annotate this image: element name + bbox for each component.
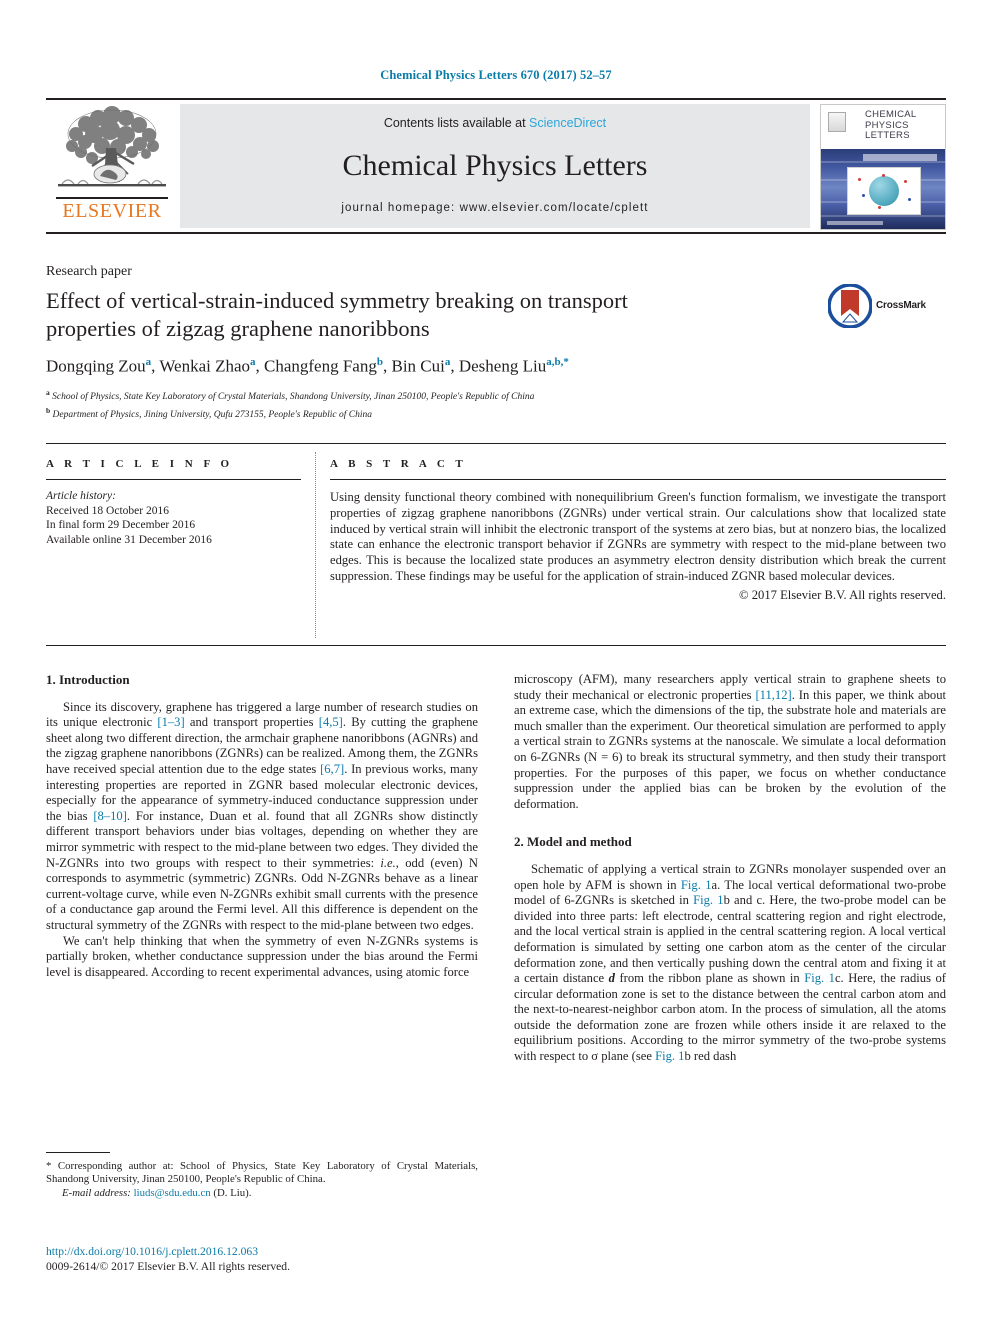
model-p1-part4: from the ribbon plane as shown in (614, 971, 805, 986)
abstract-rule (330, 479, 946, 480)
abstract-column: A B S T R A C T Using density functional… (330, 458, 946, 603)
cover-molecule-icon (869, 176, 899, 206)
intro-p1-part2: and transport properties (184, 715, 319, 730)
infoblock-top-rule (46, 443, 946, 444)
journal-band: Contents lists available at ScienceDirec… (180, 104, 810, 228)
email-link[interactable]: liuds@sdu.edu.cn (134, 1187, 211, 1199)
journal-name: Chemical Physics Letters (342, 149, 648, 182)
issn-copyright-line: 0009-2614/© 2017 Elsevier B.V. All right… (46, 1259, 290, 1273)
crossmark-badge-group[interactable]: CrossMark (828, 284, 948, 334)
figure-link-1a[interactable]: Fig. 1 (681, 878, 712, 892)
intro-paragraph-1: Since its discovery, graphene has trigge… (46, 700, 478, 934)
contents-available-line: Contents lists available at ScienceDirec… (180, 116, 810, 130)
article-history: Article history: Received 18 October 201… (46, 489, 301, 547)
contents-prefix: Contents lists available at (383, 116, 530, 130)
article-available-online: Available online 31 December 2016 (46, 533, 212, 546)
cover-subtitle-bar (863, 154, 937, 161)
section-heading-introduction: 1. Introduction (46, 672, 130, 687)
body-column-left: 1. Introduction Since its discovery, gra… (46, 672, 478, 980)
email-address-label: E-mail address: (62, 1186, 131, 1199)
journal-masthead: ELSEVIER Contents lists available at Sci… (46, 98, 946, 234)
affiliation-a-text: School of Physics, State Key Laboratory … (52, 392, 535, 403)
corresponding-author-footnote: * Corresponding author at: School of Phy… (46, 1160, 478, 1200)
cover-atom-dot (882, 174, 885, 177)
body-column-right: microscopy (AFM), many researchers apply… (514, 672, 946, 1065)
masthead-top-rule (46, 98, 946, 100)
cover-atom-dot (904, 180, 907, 183)
figure-link-1bc[interactable]: Fig. 1 (693, 893, 723, 907)
masthead-bottom-rule (46, 232, 946, 234)
cover-atom-dot (878, 206, 881, 209)
affiliation-a: a School of Physics, State Key Laborator… (46, 388, 535, 403)
cover-atom-dot (862, 194, 865, 197)
doi-block: http://dx.doi.org/10.1016/j.cplett.2016.… (46, 1245, 478, 1274)
affiliation-b-text: Department of Physics, Jining University… (52, 410, 372, 421)
paper-page: Chemical Physics Letters 670 (2017) 52–5… (0, 0, 992, 1323)
abstract-heading: A B S T R A C T (330, 458, 467, 470)
sciencedirect-link[interactable]: ScienceDirect (529, 116, 606, 130)
article-type-label: Research paper (46, 264, 132, 279)
elsevier-wordmark: ELSEVIER (62, 200, 162, 222)
article-info-rule (46, 479, 301, 480)
reference-link-4-5[interactable]: [4,5] (319, 715, 343, 729)
crossmark-label: CrossMark (876, 300, 926, 311)
article-history-label: Article history: (46, 490, 116, 502)
figure-link-1b[interactable]: Fig. 1 (655, 1049, 684, 1063)
article-received: Received 18 October 2016 (46, 504, 169, 517)
journal-homepage[interactable]: journal homepage: www.elsevier.com/locat… (180, 202, 810, 214)
cover-stripe (821, 161, 945, 163)
cover-header: CHEMICAL PHYSICS LETTERS (821, 105, 945, 150)
elsevier-tree-icon (58, 106, 166, 187)
journal-cover-thumbnail[interactable]: CHEMICAL PHYSICS LETTERS (820, 104, 946, 230)
reference-link-8-10[interactable]: [8–10] (93, 809, 127, 823)
figure-link-1c[interactable]: Fig. 1 (804, 971, 835, 985)
cover-title: CHEMICAL PHYSICS LETTERS (865, 109, 943, 142)
email-suffix: (D. Liu). (210, 1186, 252, 1199)
affiliation-b: b Department of Physics, Jining Universi… (46, 406, 372, 421)
cover-artwork (821, 149, 945, 229)
infoblock-divider (315, 452, 316, 638)
infoblock-bottom-rule (46, 645, 946, 646)
section-heading-model-and-method: 2. Model and method (514, 834, 632, 850)
page-title: Effect of vertical-strain-induced symmet… (46, 288, 628, 341)
right-paragraph-1: microscopy (AFM), many researchers apply… (514, 672, 946, 812)
intro-paragraph-2: We can't help thinking that when the sym… (46, 933, 478, 979)
cover-footer-bar (827, 221, 883, 225)
article-final-form: In final form 29 December 2016 (46, 519, 196, 531)
crossmark-icon[interactable] (828, 284, 872, 328)
footnote-text: Corresponding author at: School of Physi… (46, 1160, 478, 1186)
reference-link-6-7[interactable]: [6,7] (320, 762, 344, 776)
reference-link-11-12[interactable]: [11,12] (755, 688, 791, 702)
cover-figure-box (847, 167, 921, 215)
cover-atom-dot (908, 198, 911, 201)
abstract-copyright: © 2017 Elsevier B.V. All rights reserved… (739, 587, 946, 602)
elsevier-logo: ELSEVIER (48, 104, 176, 228)
doi-link[interactable]: http://dx.doi.org/10.1016/j.cplett.2016.… (46, 1245, 258, 1258)
cover-stripe (821, 215, 945, 217)
footnote-rule (46, 1152, 110, 1153)
article-info-column: A R T I C L E I N F O Article history: R… (46, 458, 301, 547)
reference-link-1-3[interactable]: [1–3] (157, 715, 184, 729)
cover-title-line3: LETTERS (865, 130, 910, 141)
right-p1-part2: . In this paper, we think about an extre… (514, 687, 946, 811)
abstract-text: Using density functional theory combined… (330, 490, 946, 583)
intro-p1-italic: i.e. (380, 855, 396, 870)
affiliation-list: a School of Physics, State Key Laborator… (46, 386, 746, 422)
article-info-heading: A R T I C L E I N F O (46, 458, 234, 470)
elsevier-rule (56, 197, 168, 199)
cover-atom-dot (858, 178, 861, 181)
model-p1-part6: b red dash (684, 1049, 737, 1064)
model-paragraph-1: Schematic of applying a vertical strain … (514, 862, 946, 1065)
author-list: Dongqing Zoua, Wenkai Zhaoa, Changfeng F… (46, 356, 569, 376)
cover-title-line1: CHEMICAL (865, 109, 917, 120)
cover-elsevier-icon (828, 112, 846, 132)
running-head: Chemical Physics Letters 670 (2017) 52–5… (380, 68, 612, 82)
